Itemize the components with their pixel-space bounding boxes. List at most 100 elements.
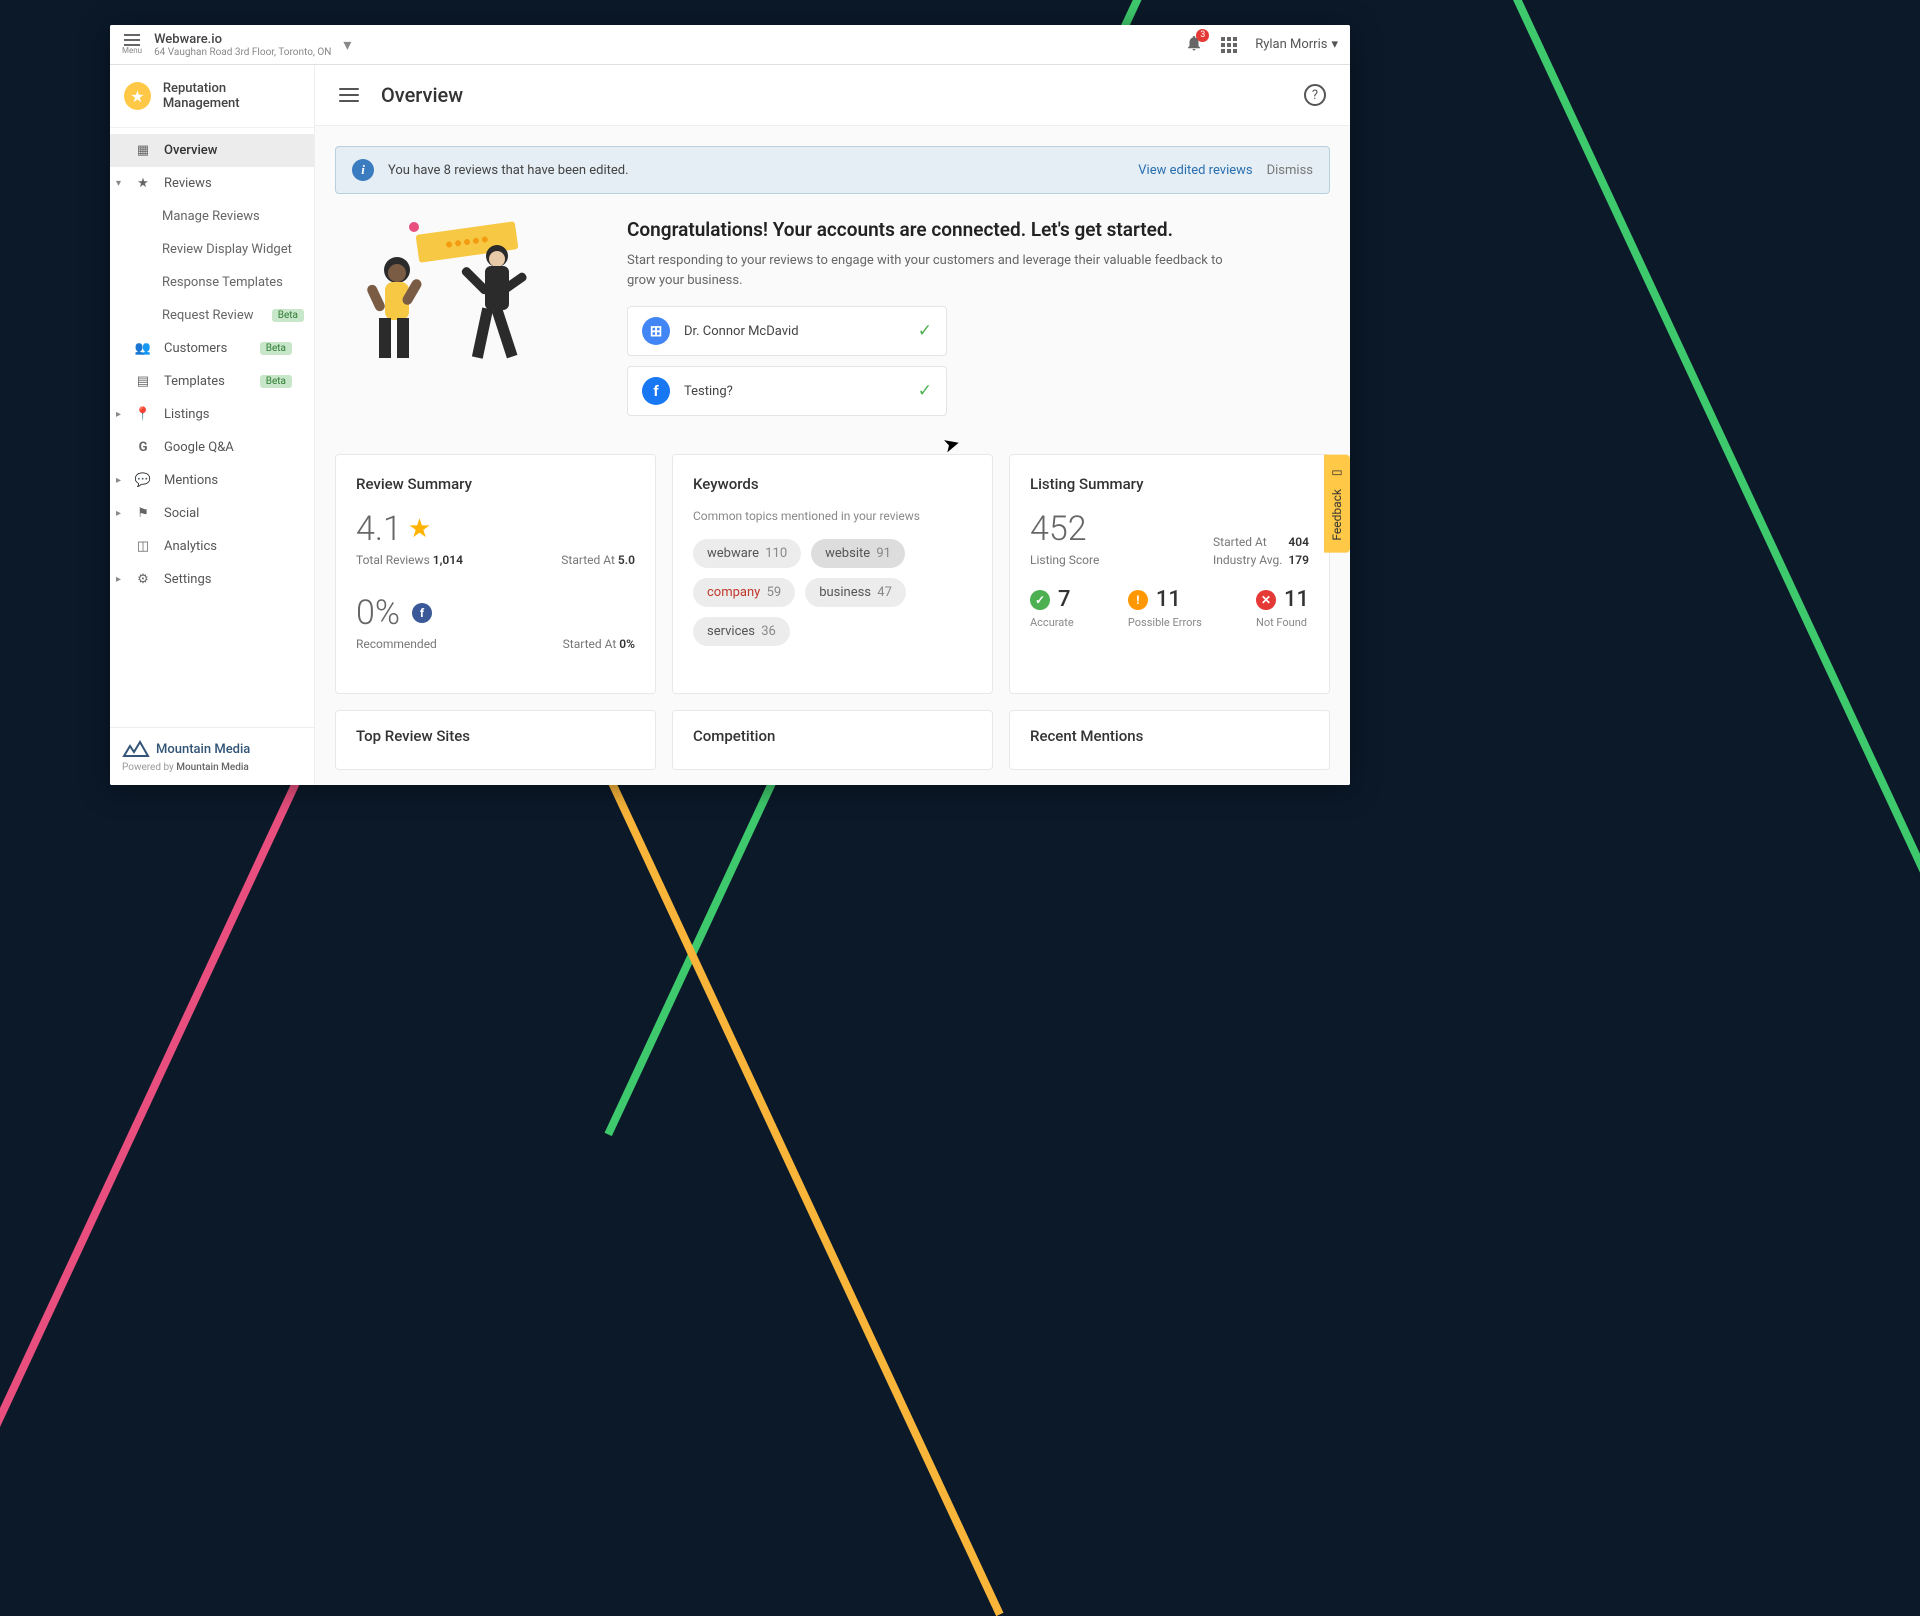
check-icon: ✓: [918, 381, 932, 401]
check-icon: ✓: [1030, 590, 1050, 610]
footer-logo: Mountain Media: [122, 740, 302, 758]
sidebar-item-request-review[interactable]: Request ReviewBeta: [110, 299, 314, 332]
facebook-icon: f: [642, 377, 670, 405]
connected-account[interactable]: f Testing? ✓: [627, 366, 947, 416]
error-icon: ✕: [1256, 590, 1276, 610]
keyword-chips: webware 110 website 91 company 59 busine…: [693, 539, 972, 646]
google-icon: G: [134, 440, 152, 455]
content: i You have 8 reviews that have been edit…: [315, 126, 1350, 785]
hero: Congratulations! Your accounts are conne…: [335, 218, 1330, 426]
facebook-icon: f: [412, 603, 432, 623]
sidebar-item-response-templates[interactable]: Response Templates: [110, 266, 314, 299]
notifications-button[interactable]: 3: [1185, 34, 1203, 56]
status-possible-errors: !11Possible Errors: [1128, 587, 1202, 629]
listing-score: 452: [1030, 509, 1099, 549]
sidebar-footer: Mountain Media Powered by Mountain Media: [110, 727, 314, 785]
sidebar-item-customers[interactable]: 👥CustomersBeta: [110, 332, 314, 365]
menu-button[interactable]: Menu: [122, 34, 142, 55]
alert-text: You have 8 reviews that have been edited…: [388, 163, 629, 178]
listing-score-label: Listing Score: [1030, 553, 1099, 567]
account-name: Testing?: [684, 384, 733, 399]
sidebar-item-manage-reviews[interactable]: Manage Reviews: [110, 200, 314, 233]
review-summary-card: Review Summary 4.1★ Total Reviews 1,014S…: [335, 454, 656, 694]
chevron-right-icon: ▸: [116, 475, 121, 486]
sidebar-item-templates[interactable]: ▤TemplatesBeta: [110, 365, 314, 398]
keyword-chip[interactable]: webware 110: [693, 539, 801, 568]
chevron-right-icon: ▸: [116, 574, 121, 585]
flag-icon: ⚑: [134, 506, 152, 521]
card-title: Competition: [693, 727, 972, 745]
keyword-chip[interactable]: company 59: [693, 578, 795, 607]
card-title: Review Summary: [356, 475, 635, 493]
user-menu[interactable]: Rylan Morris ▾: [1255, 37, 1338, 52]
chevron-down-icon: ▾: [1331, 37, 1338, 52]
chevron-down-icon: ▾: [116, 178, 121, 189]
keywords-subtitle: Common topics mentioned in your reviews: [693, 509, 972, 523]
menu-label: Menu: [122, 46, 142, 55]
sidebar-item-mentions[interactable]: ▸💬Mentions: [110, 464, 314, 497]
hero-subtitle: Start responding to your reviews to enga…: [627, 251, 1247, 290]
listing-summary-card: Listing Summary 452 Listing Score Starte…: [1009, 454, 1330, 694]
topbar: Menu Webware.io 64 Vaughan Road 3rd Floo…: [110, 25, 1350, 65]
dashboard-icon: ▦: [134, 143, 152, 158]
sidebar-item-review-widget[interactable]: Review Display Widget: [110, 233, 314, 266]
chevron-right-icon: ▸: [116, 409, 121, 420]
chevron-right-icon: ▸: [116, 508, 121, 519]
keyword-chip[interactable]: services 36: [693, 617, 790, 646]
recommended-label: Recommended: [356, 637, 437, 651]
sidebar-item-overview[interactable]: ▦Overview: [110, 134, 314, 167]
keyword-chip[interactable]: website 91: [811, 539, 905, 568]
main-header: Overview ?: [315, 65, 1350, 126]
recent-mentions-card: Recent Mentions: [1009, 710, 1330, 770]
company-name: Webware.io: [154, 32, 331, 47]
sidebar-item-google-qa[interactable]: GGoogle Q&A: [110, 431, 314, 464]
card-title: Recent Mentions: [1030, 727, 1309, 745]
sidebar-item-listings[interactable]: ▸📍Listings: [110, 398, 314, 431]
pin-icon: 📍: [134, 407, 152, 422]
recommended-pct: 0%f: [356, 593, 635, 633]
hamburger-button[interactable]: [339, 88, 359, 102]
chart-icon: ◫: [134, 539, 152, 554]
sidebar-item-reviews[interactable]: ▾★Reviews: [110, 167, 314, 200]
company-address: 64 Vaughan Road 3rd Floor, Toronto, ON: [154, 47, 331, 58]
notification-count: 3: [1196, 29, 1209, 42]
info-alert: i You have 8 reviews that have been edit…: [335, 146, 1330, 194]
star-icon: ★: [124, 82, 151, 110]
document-icon: ▤: [134, 374, 152, 389]
info-icon: i: [352, 159, 374, 181]
company-selector[interactable]: Webware.io 64 Vaughan Road 3rd Floor, To…: [154, 32, 331, 58]
rating-value: 4.1★: [356, 509, 635, 549]
help-icon[interactable]: ?: [1304, 84, 1326, 106]
card-title: Top Review Sites: [356, 727, 635, 745]
chat-icon: ▭: [1330, 467, 1344, 481]
status-accurate: ✓7Accurate: [1030, 587, 1074, 629]
apps-grid-icon[interactable]: [1221, 37, 1237, 53]
main: Overview ? i You have 8 reviews that hav…: [315, 65, 1350, 785]
check-icon: ✓: [918, 321, 932, 341]
user-name: Rylan Morris: [1255, 37, 1327, 52]
nav: ▦Overview ▾★Reviews Manage Reviews Revie…: [110, 128, 314, 727]
keywords-card: Keywords Common topics mentioned in your…: [672, 454, 993, 694]
feedback-tab[interactable]: Feedback▭: [1324, 455, 1350, 553]
dismiss-button[interactable]: Dismiss: [1267, 163, 1313, 178]
account-name: Dr. Connor McDavid: [684, 324, 799, 339]
sidebar-item-social[interactable]: ▸⚑Social: [110, 497, 314, 530]
status-not-found: ✕11Not Found: [1256, 587, 1309, 629]
hero-title: Congratulations! Your accounts are conne…: [627, 218, 1318, 241]
chevron-down-icon[interactable]: ▾: [343, 35, 351, 54]
sidebar-item-settings[interactable]: ▸⚙Settings: [110, 563, 314, 596]
keyword-chip[interactable]: business 47: [805, 578, 906, 607]
star-icon: ★: [408, 514, 431, 544]
beta-badge: Beta: [260, 375, 292, 388]
card-title: Listing Summary: [1030, 475, 1309, 493]
product-header: ★ Reputation Management: [110, 65, 314, 128]
view-edited-reviews-link[interactable]: View edited reviews: [1138, 163, 1252, 178]
page-title: Overview: [381, 83, 463, 107]
beta-badge: Beta: [260, 342, 292, 355]
sidebar-item-analytics[interactable]: ◫Analytics: [110, 530, 314, 563]
warning-icon: !: [1128, 590, 1148, 610]
app-window: Menu Webware.io 64 Vaughan Road 3rd Floo…: [110, 25, 1350, 785]
connected-account[interactable]: ⊞ Dr. Connor McDavid ✓: [627, 306, 947, 356]
gmb-icon: ⊞: [642, 317, 670, 345]
top-review-sites-card: Top Review Sites: [335, 710, 656, 770]
